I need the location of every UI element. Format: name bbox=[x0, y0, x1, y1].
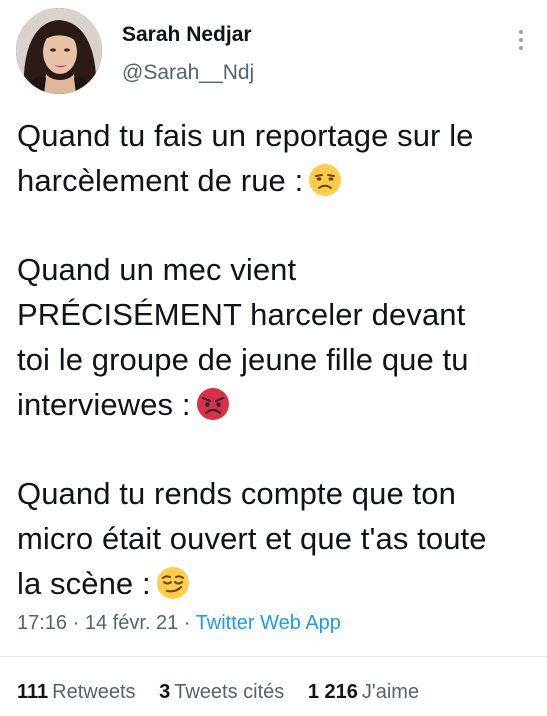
likes-label: J'aime bbox=[361, 681, 420, 703]
meta-separator: · bbox=[178, 612, 196, 634]
tweet-line: PRÉCISÉMENT harceler devant bbox=[17, 297, 466, 332]
tweet-line: interviewes : bbox=[17, 382, 537, 427]
angry-face-icon bbox=[195, 386, 231, 422]
tweet-line: toi le groupe de jeune fille que tu bbox=[17, 342, 469, 377]
tweet-line-text: interviewes : bbox=[17, 387, 191, 422]
tweet-card: Sarah Nedjar @Sarah__Ndj Quand tu fais u… bbox=[0, 0, 547, 716]
tweet-line: la scène : bbox=[17, 561, 537, 606]
likes-stat[interactable]: 1 216 J'aime bbox=[308, 681, 419, 703]
tweet-time[interactable]: 17:16 bbox=[17, 612, 67, 634]
tweet-line: Quand tu rends compte que ton bbox=[17, 476, 456, 511]
tweet-source-link[interactable]: Twitter Web App bbox=[196, 612, 341, 634]
author-display-name[interactable]: Sarah Nedjar bbox=[122, 22, 254, 48]
tweet-line-text: la scène : bbox=[17, 566, 151, 601]
quotes-count: 3 bbox=[159, 681, 171, 703]
likes-count: 1 216 bbox=[307, 681, 358, 703]
quotes-label: Tweets cités bbox=[174, 681, 285, 703]
tweet-date[interactable]: 14 févr. 21 bbox=[85, 612, 178, 634]
tweet-meta: 17:16 · 14 févr. 21 · Twitter Web App bbox=[17, 609, 341, 637]
retweets-stat[interactable]: 111 Retweets bbox=[17, 681, 136, 703]
quotes-stat[interactable]: 3 Tweets cités bbox=[159, 681, 284, 703]
tweet-line: Quand un mec vient bbox=[17, 252, 297, 287]
unamused-face-icon bbox=[307, 162, 343, 198]
retweets-label: Retweets bbox=[52, 681, 136, 703]
tweet-text: Quand tu fais un reportage sur le harcèl… bbox=[17, 113, 537, 606]
tweet-line: Quand tu fais un reportage sur le bbox=[17, 118, 474, 153]
smirking-face-icon bbox=[155, 565, 191, 601]
tweet-line: harcèlement de rue : bbox=[17, 158, 537, 203]
author-handle[interactable]: @Sarah__Ndj bbox=[122, 60, 254, 86]
retweets-count: 111 bbox=[17, 681, 49, 703]
divider bbox=[0, 656, 547, 657]
tweet-stats: 111 Retweets 3 Tweets cités 1 216 J'aime bbox=[17, 678, 437, 706]
tweet-line: micro était ouvert et que t'as toute bbox=[17, 521, 487, 556]
tweet-header: Sarah Nedjar @Sarah__Ndj bbox=[16, 8, 531, 100]
author-names: Sarah Nedjar @Sarah__Ndj bbox=[122, 22, 254, 86]
tweet-line-text: harcèlement de rue : bbox=[17, 163, 304, 198]
more-options-icon[interactable] bbox=[513, 30, 529, 60]
meta-separator: · bbox=[67, 612, 85, 634]
avatar[interactable] bbox=[16, 8, 102, 94]
